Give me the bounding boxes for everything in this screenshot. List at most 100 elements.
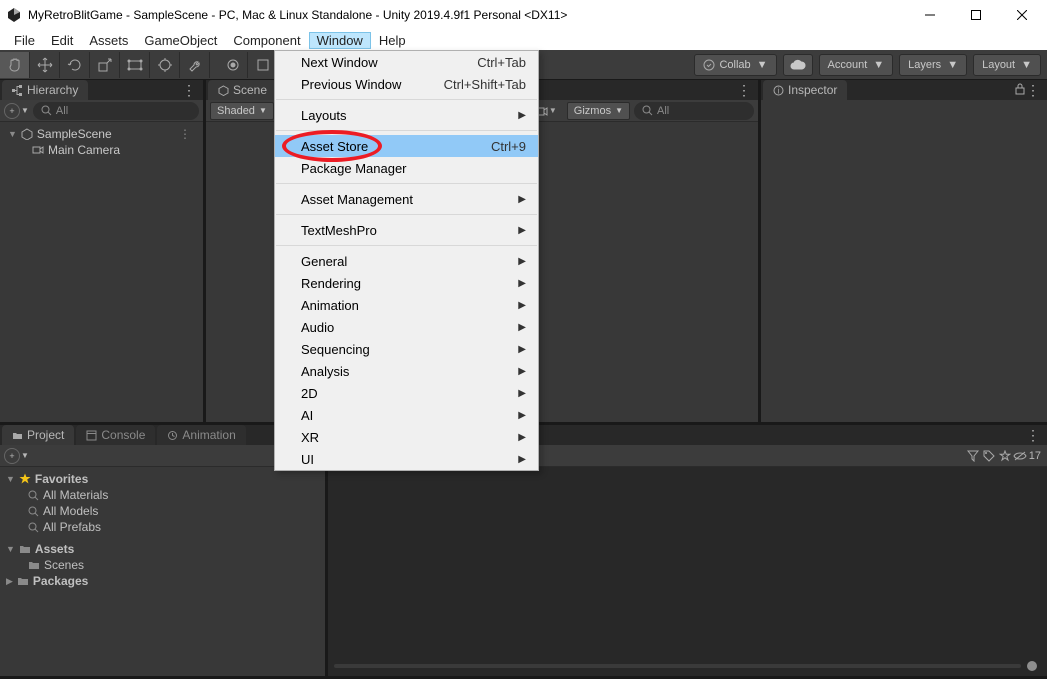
preview-context-icon[interactable]: ⋮ [1026,427,1041,444]
account-dropdown[interactable]: Account▼ [819,54,894,76]
preview-body[interactable] [328,467,1047,676]
scene-shading-label: Shaded [217,105,255,117]
scene-gizmos-dropdown[interactable]: Gizmos▼ [567,102,630,120]
window-menu-item-analysis[interactable]: Analysis▶ [275,360,538,382]
hierarchy-context-icon[interactable]: ⋮ [182,82,197,99]
project-fav-all-prefabs[interactable]: All Prefabs [6,519,319,535]
hierarchy-tab-label: Hierarchy [27,83,78,97]
collab-dropdown[interactable]: Collab ▼ [694,54,776,76]
project-favorites-label: Favorites [35,472,88,486]
account-label: Account [828,59,868,71]
window-menu-item-next-window[interactable]: Next WindowCtrl+Tab [275,51,538,73]
menu-component[interactable]: Component [225,32,308,49]
menu-help[interactable]: Help [371,32,414,49]
submenu-arrow-icon: ▶ [518,344,526,355]
submenu-arrow-icon: ▶ [518,432,526,443]
tab-hierarchy[interactable]: Hierarchy [2,80,88,100]
preview-filter-icon[interactable] [965,448,981,464]
project-tab-label: Project [27,428,64,442]
project-favorites-row[interactable]: ▼ Favorites [6,471,319,487]
scene-search[interactable]: All [634,102,754,120]
tab-scene[interactable]: Scene [208,80,277,100]
rotate-tool-button[interactable] [60,52,90,78]
menu-item-label: UI [301,452,314,467]
submenu-arrow-icon: ▶ [518,194,526,205]
window-title-text: MyRetroBlitGame - SampleScene - PC, Mac … [28,8,907,22]
tab-console[interactable]: Console [76,425,155,445]
window-menu-item-ui[interactable]: UI ▶ [275,448,538,470]
scale-tool-button[interactable] [90,52,120,78]
cloud-button[interactable] [783,54,813,76]
project-assets-scenes[interactable]: Scenes [6,557,319,573]
tab-animation[interactable]: Animation [157,425,245,445]
menu-window[interactable]: Window [309,32,371,49]
hierarchy-create-dropdown[interactable]: + [4,103,20,119]
hierarchy-search[interactable]: All [33,102,199,120]
hierarchy-panel: Hierarchy ⋮ +▼ All ▼ SampleScene [0,80,206,422]
menu-item-label: AI [301,408,313,423]
project-packages-row[interactable]: ▶ Packages [6,573,319,589]
submenu-arrow-icon: ▶ [518,454,526,465]
window-menu-item-xr[interactable]: XR▶ [275,426,538,448]
menu-file[interactable]: File [6,32,43,49]
tab-project[interactable]: Project [2,425,74,445]
window-menu-item-rendering[interactable]: Rendering▶ [275,272,538,294]
menu-separator [276,130,537,131]
window-menu-item-previous-window[interactable]: Previous WindowCtrl+Shift+Tab [275,73,538,95]
hierarchy-search-placeholder: All [56,105,68,117]
project-assets-row[interactable]: ▼ Assets [6,541,319,557]
menu-item-label: TextMeshPro [301,223,377,238]
minimize-button[interactable] [907,0,953,30]
menu-item-shortcut: Ctrl+Tab [477,55,526,70]
window-menu-item-animation[interactable]: Animation▶ [275,294,538,316]
preview-zoom-slider[interactable] [328,660,1047,672]
scene-shading-dropdown[interactable]: Shaded▼ [210,102,274,120]
maximize-button[interactable] [953,0,999,30]
window-titlebar: MyRetroBlitGame - SampleScene - PC, Mac … [0,0,1047,30]
project-assets-label: Assets [35,542,74,556]
collab-label: Collab [719,59,750,71]
hand-tool-button[interactable] [0,52,30,78]
menu-gameobject[interactable]: GameObject [136,32,225,49]
window-menu-item-sequencing[interactable]: Sequencing▶ [275,338,538,360]
window-menu-item-layouts[interactable]: Layouts▶ [275,104,538,126]
console-tab-label: Console [101,428,145,442]
menu-assets[interactable]: Assets [81,32,136,49]
submenu-arrow-icon: ▶ [518,256,526,267]
layers-dropdown[interactable]: Layers▼ [899,54,967,76]
rect-tool-button[interactable] [120,52,150,78]
window-menu-item-ai[interactable]: AI▶ [275,404,538,426]
menu-item-label: Rendering [301,276,361,291]
preview-tag-icon[interactable] [981,448,997,464]
preview-star-icon[interactable] [997,448,1013,464]
hierarchy-scene-context-icon[interactable]: ⋮ [179,127,191,141]
close-button[interactable] [999,0,1045,30]
transform-tool-button[interactable] [150,52,180,78]
tab-inspector[interactable]: i Inspector [763,80,847,100]
menubar: File Edit Assets GameObject Component Wi… [0,30,1047,50]
pivot-center-button[interactable] [218,52,248,78]
scene-context-icon[interactable]: ⋮ [737,82,752,99]
inspector-context-icon[interactable]: ⋮ [1026,82,1041,99]
window-menu-item-package-manager[interactable]: Package Manager [275,157,538,179]
layout-dropdown[interactable]: Layout▼ [973,54,1041,76]
menu-item-label: Asset Management [301,192,413,207]
preview-hidden-count[interactable]: 17 [1013,450,1041,462]
project-create-dropdown[interactable]: + [4,448,20,464]
window-menu-item-audio[interactable]: Audio▶ [275,316,538,338]
hierarchy-item-main-camera[interactable]: Main Camera [8,142,195,158]
inspector-lock-icon[interactable] [1015,83,1025,95]
custom-tools-button[interactable] [180,52,210,78]
menu-item-label: Analysis [301,364,349,379]
project-fav-all-materials[interactable]: All Materials [6,487,319,503]
window-menu-item-2d[interactable]: 2D▶ [275,382,538,404]
window-menu-item-asset-store[interactable]: Asset StoreCtrl+9 [275,135,538,157]
move-tool-button[interactable] [30,52,60,78]
window-menu-item-general[interactable]: General ▶ [275,250,538,272]
project-fav-all-models[interactable]: All Models [6,503,319,519]
hierarchy-scene-row[interactable]: ▼ SampleScene ⋮ [8,126,195,142]
menu-edit[interactable]: Edit [43,32,81,49]
window-menu-item-asset-management[interactable]: Asset Management ▶ [275,188,538,210]
window-menu-item-textmeshpro[interactable]: TextMeshPro▶ [275,219,538,241]
menu-item-label: General [301,254,347,269]
